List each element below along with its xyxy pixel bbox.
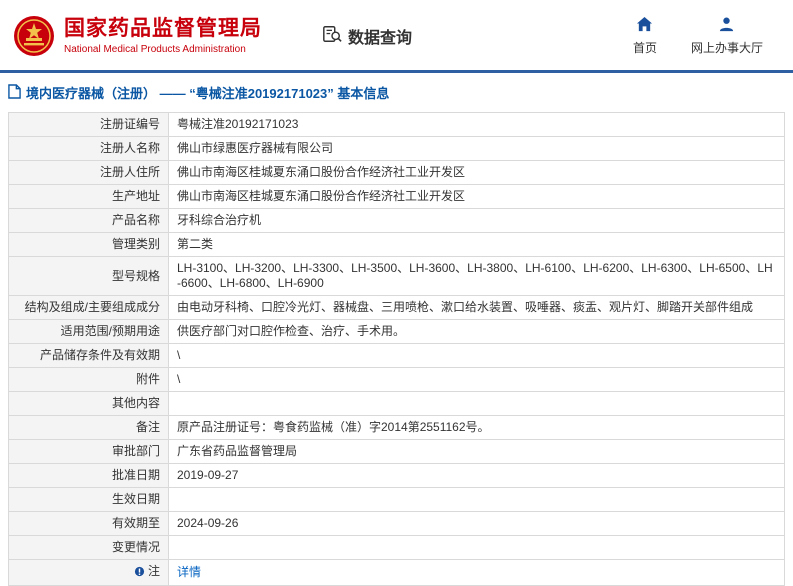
note-icon [134, 566, 145, 581]
row-label: 其他内容 [8, 391, 169, 416]
table-row: 适用范围/预期用途 供医疗部门对口腔作检查、治疗、手术用。 [8, 319, 785, 344]
row-value: 佛山市绿惠医疗器械有限公司 [168, 136, 785, 161]
table-row: 注册人住所 佛山市南海区桂城夏东涌口股份合作经济社工业开发区 [8, 160, 785, 185]
row-value: 第二类 [168, 232, 785, 257]
person-icon [718, 16, 735, 36]
row-label: 注册证编号 [8, 112, 169, 137]
row-value [168, 535, 785, 560]
page-header: 国家药品监督管理局 National Medical Products Admi… [0, 0, 793, 70]
row-label: 结构及组成/主要组成成分 [8, 295, 169, 320]
row-label: 注 [8, 559, 169, 586]
table-row: 结构及组成/主要组成成分 由电动牙科椅、口腔冷光灯、器械盘、三用喷枪、漱口给水装… [8, 295, 785, 320]
table-row: 注册人名称 佛山市绿惠医疗器械有限公司 [8, 136, 785, 161]
breadcrumb: 境内医疗器械（注册） —— “粤械注准20192171023” 基本信息 [26, 86, 390, 101]
home-icon [636, 16, 653, 36]
nav-home-label: 首页 [632, 41, 657, 55]
table-row: 管理类别 第二类 [8, 232, 785, 257]
row-value: 原产品注册证号：粤食药监械（准）字2014第2551162号。 [168, 415, 785, 440]
table-row: 批准日期 2019-09-27 [8, 463, 785, 488]
row-value: \ [168, 367, 785, 392]
nav-service-hall[interactable]: 网上办事大厅 [691, 16, 763, 56]
agency-name-cn: 国家药品监督管理局 [64, 16, 262, 40]
row-value: 佛山市南海区桂城夏东涌口股份合作经济社工业开发区 [168, 184, 785, 209]
note-label: 注 [147, 564, 160, 578]
nav-home[interactable]: 首页 [633, 16, 657, 56]
table-row: 产品名称 牙科综合治疗机 [8, 208, 785, 233]
row-value: LH-3100、LH-3200、LH-3300、LH-3500、LH-3600、… [168, 256, 785, 296]
row-label: 管理类别 [8, 232, 169, 257]
row-label: 注册人住所 [8, 160, 169, 185]
table-row: 审批部门 广东省药品监督管理局 [8, 439, 785, 464]
row-value: 2019-09-27 [168, 463, 785, 488]
row-label: 适用范围/预期用途 [8, 319, 169, 344]
table-row: 其他内容 [8, 391, 785, 416]
nav-service-hall-label: 网上办事大厅 [690, 41, 763, 55]
search-document-icon [322, 24, 342, 49]
row-label: 产品储存条件及有效期 [8, 343, 169, 368]
row-label: 批准日期 [8, 463, 169, 488]
data-query-label: 数据查询 [348, 30, 413, 47]
table-row: 备注 原产品注册证号：粤食药监械（准）字2014第2551162号。 [8, 415, 785, 440]
breadcrumb-bar: 境内医疗器械（注册） —— “粤械注准20192171023” 基本信息 [0, 73, 793, 110]
row-value: 详情 [168, 559, 785, 586]
row-label: 有效期至 [8, 511, 169, 536]
row-value: 供医疗部门对口腔作检查、治疗、手术用。 [168, 319, 785, 344]
row-value: 2024-09-26 [168, 511, 785, 536]
data-query-title: 数据查询 [322, 24, 412, 49]
row-value [168, 391, 785, 416]
row-value: 粤械注准20192171023 [168, 112, 785, 137]
registration-info-table: 注册证编号 粤械注准20192171023 注册人名称 佛山市绿惠医疗器械有限公… [8, 112, 785, 586]
row-value: 广东省药品监督管理局 [168, 439, 785, 464]
row-label: 型号规格 [8, 256, 169, 296]
row-value [168, 487, 785, 512]
table-row: 注册证编号 粤械注准20192171023 [8, 112, 785, 137]
row-value: 由电动牙科椅、口腔冷光灯、器械盘、三用喷枪、漱口给水装置、吸唾器、痰盂、观片灯、… [168, 295, 785, 320]
table-row: 产品储存条件及有效期 \ [8, 343, 785, 368]
row-value: 佛山市南海区桂城夏东涌口股份合作经济社工业开发区 [168, 160, 785, 185]
row-value: 牙科综合治疗机 [168, 208, 785, 233]
table-row: 注 详情 [8, 559, 785, 586]
top-nav: 首页 网上办事大厅 [633, 16, 781, 56]
table-row: 生产地址 佛山市南海区桂城夏东涌口股份合作经济社工业开发区 [8, 184, 785, 209]
details-link[interactable]: 详情 [177, 565, 201, 579]
document-icon [8, 83, 21, 102]
row-label: 注册人名称 [8, 136, 169, 161]
table-row: 有效期至 2024-09-26 [8, 511, 785, 536]
row-value: \ [168, 343, 785, 368]
row-label: 附件 [8, 367, 169, 392]
table-row: 型号规格 LH-3100、LH-3200、LH-3300、LH-3500、LH-… [8, 256, 785, 296]
row-label: 产品名称 [8, 208, 169, 233]
row-label: 备注 [8, 415, 169, 440]
row-label: 审批部门 [8, 439, 169, 464]
row-label: 生效日期 [8, 487, 169, 512]
row-label: 生产地址 [8, 184, 169, 209]
table-row: 附件 \ [8, 367, 785, 392]
row-label: 变更情况 [8, 535, 169, 560]
table-row: 生效日期 [8, 487, 785, 512]
national-emblem-logo [12, 14, 56, 58]
agency-title-block: 国家药品监督管理局 National Medical Products Admi… [64, 17, 262, 56]
agency-name-en: National Medical Products Administration [64, 43, 246, 55]
table-row: 变更情况 [8, 535, 785, 560]
